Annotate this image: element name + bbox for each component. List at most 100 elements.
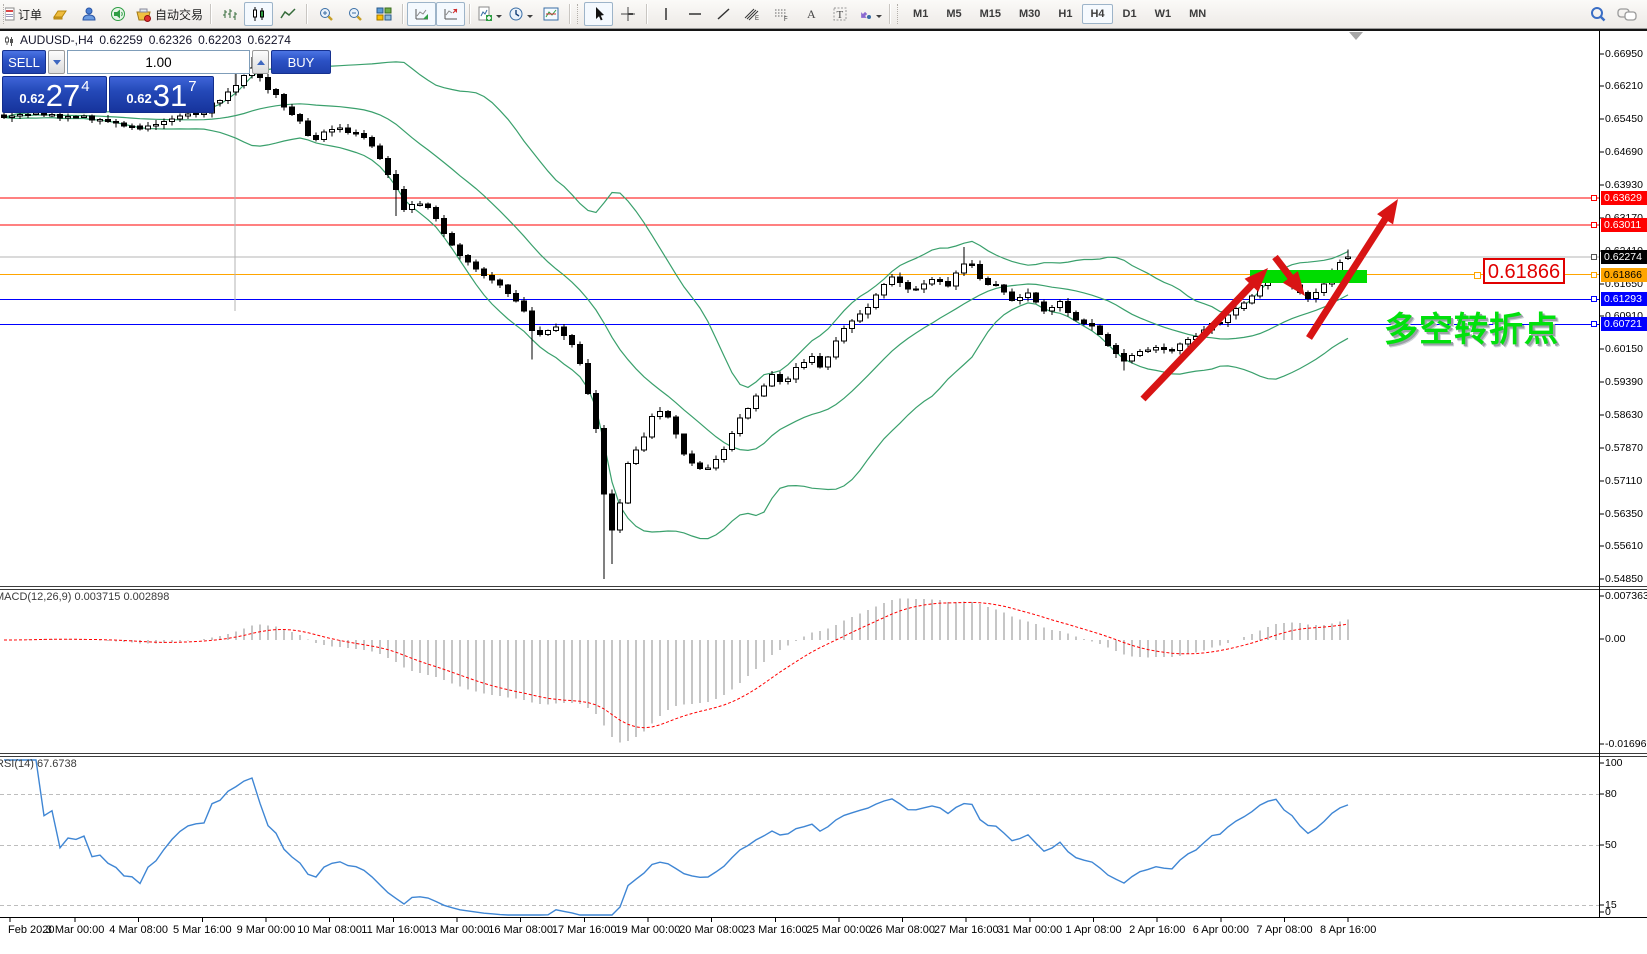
search-icon xyxy=(1589,5,1607,23)
svg-text:A: A xyxy=(807,7,816,21)
auto-trading-button[interactable]: 自动交易 xyxy=(132,2,206,26)
bar-chart-button[interactable] xyxy=(215,2,244,26)
cursor-icon xyxy=(591,6,607,22)
toolbar-separator xyxy=(402,4,403,24)
horizontal-line-icon xyxy=(687,6,703,22)
zoom-out-icon xyxy=(347,6,363,22)
svg-text:E: E xyxy=(755,16,759,22)
search-button[interactable] xyxy=(1583,2,1612,26)
crosshair-icon xyxy=(620,6,636,22)
trendline-icon xyxy=(716,6,732,22)
candlestick-chart-button[interactable] xyxy=(244,2,273,26)
tf-H1-button[interactable]: H1 xyxy=(1050,4,1080,24)
label-icon: T xyxy=(832,6,848,22)
profile-button[interactable] xyxy=(45,2,74,26)
triangle-up-icon xyxy=(257,60,265,65)
toolbar-separator xyxy=(569,4,570,24)
text-icon: A xyxy=(803,6,819,22)
chat-button[interactable] xyxy=(1612,2,1641,26)
sell-price-small: 0.62 xyxy=(19,91,44,106)
ohlc-low: 0.62203 xyxy=(198,33,241,47)
chart-shift-marker[interactable] xyxy=(1349,32,1363,40)
buy-price-small: 0.62 xyxy=(126,91,151,106)
price-tag-061866[interactable]: 0.61866 xyxy=(1483,258,1565,284)
label-button[interactable]: T xyxy=(825,2,854,26)
profile-icon xyxy=(52,6,68,22)
price-tag-connector xyxy=(1474,272,1481,279)
templates-button[interactable] xyxy=(536,2,565,26)
buy-button[interactable]: BUY xyxy=(271,50,331,74)
sell-price-sup: 4 xyxy=(81,78,89,95)
auto-trading-label: 自动交易 xyxy=(155,6,203,23)
toolbar-separator xyxy=(889,4,890,24)
buy-price-button[interactable]: 0.62 31 7 xyxy=(109,76,214,113)
market-watch-icon xyxy=(81,6,97,22)
new-order-button[interactable]: 订单 xyxy=(2,2,45,26)
vertical-line-button[interactable] xyxy=(651,2,680,26)
zoom-out-button[interactable] xyxy=(340,2,369,26)
auto-scroll-button[interactable] xyxy=(407,2,436,26)
ohlc-close: 0.62274 xyxy=(248,33,291,47)
tile-windows-button[interactable] xyxy=(369,2,398,26)
candlestick-chart-icon xyxy=(251,6,267,22)
chat-icon xyxy=(1617,6,1637,22)
fibonacci-button[interactable]: F xyxy=(767,2,796,26)
chart-canvas[interactable] xyxy=(0,0,1647,954)
vertical-line-icon xyxy=(658,6,674,22)
templates-icon xyxy=(543,6,559,22)
rsi-pane-label: RSI(14) 67.6738 xyxy=(0,758,77,770)
tf-M15-button[interactable]: M15 xyxy=(972,4,1009,24)
sound-button[interactable] xyxy=(103,2,132,26)
svg-text:T: T xyxy=(836,9,843,21)
arrows-icon xyxy=(857,6,873,22)
sell-price-button[interactable]: 0.62 27 4 xyxy=(2,76,107,113)
ohlc-open: 0.62259 xyxy=(99,33,142,47)
market-watch-button[interactable] xyxy=(74,2,103,26)
buy-price-big: 31 xyxy=(153,81,187,110)
trendline-button[interactable] xyxy=(709,2,738,26)
tf-MN-button[interactable]: MN xyxy=(1181,4,1214,24)
toolbar-separator xyxy=(210,4,211,24)
text-button[interactable]: A xyxy=(796,2,825,26)
zoom-in-button[interactable] xyxy=(311,2,340,26)
chevron-down-icon xyxy=(527,15,533,21)
chevron-down-icon xyxy=(876,15,882,21)
sound-icon xyxy=(110,6,126,22)
chart-shift-icon xyxy=(443,6,459,22)
chart-shift-button[interactable] xyxy=(436,2,465,26)
tf-D1-button[interactable]: D1 xyxy=(1115,4,1145,24)
sell-button[interactable]: SELL xyxy=(2,50,46,74)
volume-input[interactable] xyxy=(67,50,250,74)
mt4-terminal: { "toolbar": { "new_order_label": "订单", … xyxy=(0,0,1647,954)
volume-increase-button[interactable] xyxy=(252,50,269,74)
chart-symbol-period: AUDUSD-,H4 xyxy=(20,33,93,47)
tf-M30-button[interactable]: M30 xyxy=(1011,4,1048,24)
toolbar-separator xyxy=(469,4,470,24)
macd-pane-label: MACD(12,26,9) 0.003715 0.002898 xyxy=(0,591,169,603)
new-order-icon xyxy=(5,7,15,21)
tf-H4-button[interactable]: H4 xyxy=(1082,4,1112,24)
arrows-button[interactable] xyxy=(854,2,885,26)
line-chart-button[interactable] xyxy=(273,2,302,26)
zoom-in-icon xyxy=(318,6,334,22)
chart-window-icon xyxy=(5,35,14,46)
toolbar-separator xyxy=(646,4,647,24)
auto-scroll-icon xyxy=(414,6,430,22)
toolbar-drag-handle xyxy=(897,4,901,24)
toolbar-drag-handle xyxy=(577,4,581,24)
volume-decrease-button[interactable] xyxy=(48,50,65,74)
tf-M5-button[interactable]: M5 xyxy=(938,4,969,24)
crosshair-button[interactable] xyxy=(613,2,642,26)
equidistant-channel-button[interactable]: E xyxy=(738,2,767,26)
periods-button[interactable] xyxy=(505,2,536,26)
tf-W1-button[interactable]: W1 xyxy=(1147,4,1180,24)
cursor-button[interactable] xyxy=(584,2,613,26)
sell-price-big: 27 xyxy=(46,81,80,110)
indicators-button[interactable] xyxy=(474,2,505,26)
toolbar-separator xyxy=(306,4,307,24)
cn-annotation-text: 多空转折点 xyxy=(1384,302,1559,351)
svg-text:F: F xyxy=(784,17,788,22)
tf-M1-button[interactable]: M1 xyxy=(905,4,936,24)
periods-clock-icon xyxy=(508,6,524,22)
horizontal-line-button[interactable] xyxy=(680,2,709,26)
